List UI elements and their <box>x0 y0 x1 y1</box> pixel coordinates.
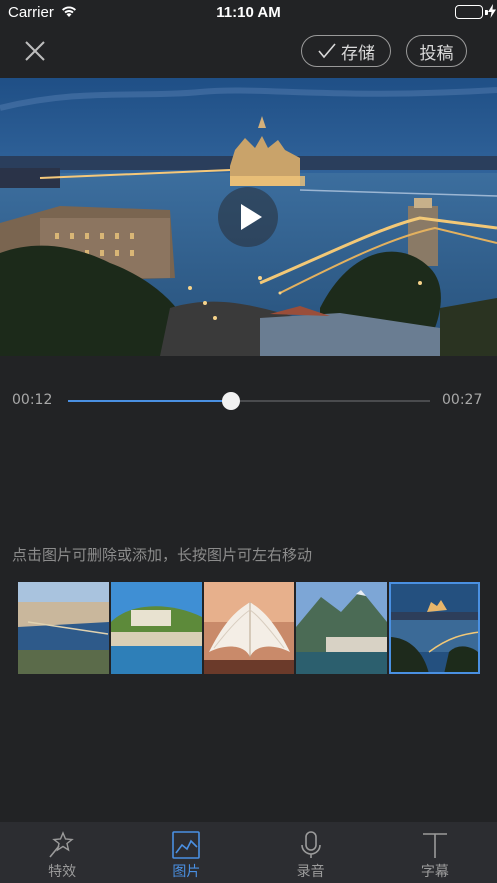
close-button[interactable] <box>20 36 50 66</box>
thumbnail-night-city[interactable] <box>389 582 480 674</box>
microphone-icon <box>300 831 321 858</box>
play-icon <box>241 204 262 230</box>
close-icon <box>25 41 45 61</box>
magic-wand-icon <box>49 831 74 858</box>
progress-thumb[interactable] <box>221 392 240 410</box>
status-bar: Carrier 11:10 AM <box>0 0 497 26</box>
battery-icon <box>455 5 483 19</box>
tab-effects[interactable]: 特效 <box>0 822 124 883</box>
post-button[interactable]: 投稿 <box>406 35 467 67</box>
save-label: 存储 <box>341 43 375 64</box>
post-label: 投稿 <box>419 43 454 64</box>
edit-hint: 点击图片可删除或添加，长按图片可左右移动 <box>12 546 313 564</box>
thumbnail-alpine-lake[interactable] <box>296 582 388 674</box>
top-navigation: 存储 投稿 <box>0 26 497 78</box>
image-strip <box>18 582 480 674</box>
tab-label-effects: 特效 <box>48 864 77 880</box>
thumbnail-city-river[interactable] <box>18 582 109 674</box>
thumbnail-hill-castle[interactable] <box>110 582 202 674</box>
image-icon <box>172 831 201 859</box>
video-preview[interactable] <box>0 78 497 356</box>
play-button[interactable] <box>218 187 278 247</box>
progress-slider[interactable] <box>68 392 430 410</box>
tab-subtitles[interactable]: 字幕 <box>373 822 497 883</box>
thumbnail-open-book[interactable] <box>203 582 295 674</box>
tab-label-subtitles: 字幕 <box>420 864 449 880</box>
current-time: 00:12 <box>12 392 53 408</box>
progress-fill <box>68 400 231 402</box>
total-time: 00:27 <box>442 392 483 408</box>
save-button[interactable]: 存储 <box>301 35 391 67</box>
text-icon <box>422 833 447 858</box>
status-time: 11:10 AM <box>216 4 281 21</box>
charging-icon <box>487 4 497 21</box>
bottom-tab-bar: 特效 图片 录音 字幕 <box>0 822 497 883</box>
tab-label-images: 图片 <box>172 864 201 880</box>
checkmark-icon <box>318 43 336 59</box>
tab-recording[interactable]: 录音 <box>249 822 373 883</box>
tab-images[interactable]: 图片 <box>124 822 248 883</box>
tab-label-recording: 录音 <box>296 864 325 880</box>
